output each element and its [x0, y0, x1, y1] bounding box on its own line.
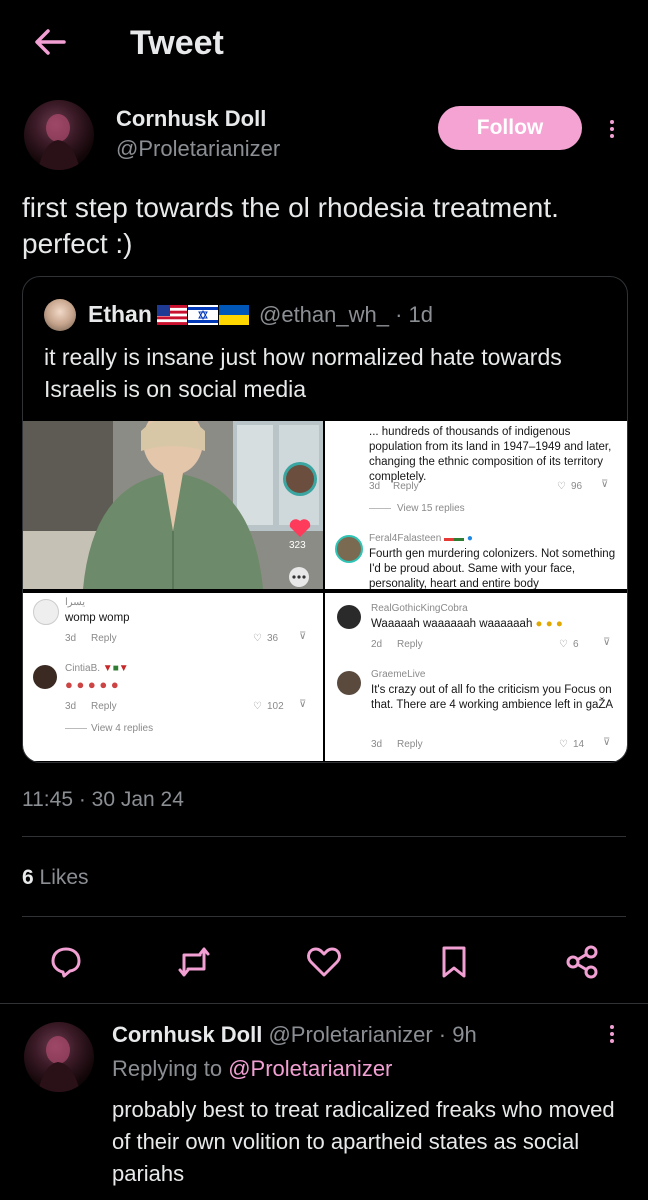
comment-dislike-icon: ⊽ [603, 637, 611, 648]
comment-text: It's crazy out of all fo the criticism y… [371, 684, 614, 711]
comment-age: 3d [65, 633, 77, 644]
comment-like-icon: ♡ [559, 639, 568, 650]
page-title: Tweet [130, 24, 224, 62]
media-image-comments-3[interactable]: RealGothicKingCobra Waaaaah waaaaaah waa… [325, 593, 627, 761]
commenter-name: GraemeLive [371, 669, 426, 680]
media-image-comments-1[interactable]: ... hundreds of thousands of indigenous … [325, 421, 627, 589]
comment-dislike-icon: ⊽ [299, 631, 307, 642]
comment-text: Waaaaah waaaaaah waaaaaah ● ● ● [371, 618, 563, 630]
divider [22, 836, 626, 837]
reply-text: probably best to treat radicalized freak… [112, 1097, 615, 1186]
comment-reply: Reply [91, 633, 117, 644]
reply-age: · 9h [438, 1022, 477, 1047]
comment-text: Fourth gen murdering colonizers. Not som… [369, 548, 616, 589]
commenter-name: CintiaB. ▼■▼ [65, 663, 129, 674]
quote-flags [157, 305, 249, 325]
reply-author-avatar[interactable] [24, 1022, 94, 1092]
author-handle[interactable]: @Proletarianizer [116, 136, 280, 162]
commenter-avatar [337, 605, 361, 629]
comment-emoji: ● ● ● ● ● [65, 677, 119, 692]
replying-to: Replying to @Proletarianizer [112, 1056, 393, 1081]
reply-header[interactable]: Cornhusk Doll @Proletarianizer · 9h [112, 1022, 477, 1048]
reply-author-name[interactable]: Cornhusk Doll [112, 1022, 262, 1047]
retweet-icon[interactable] [174, 942, 214, 982]
media-image-comments-2[interactable]: يسرا womp womp 3d Reply ♡ 36 ⊽ CintiaB. … [23, 593, 323, 761]
us-flag-icon [157, 305, 187, 325]
comment-reply: Reply [397, 739, 423, 750]
comment-likes: 6 [573, 639, 579, 650]
comment-dislike-icon: ⊽ [299, 699, 307, 710]
comment-likes: 96 [571, 481, 583, 492]
quote-media-grid[interactable]: 323 ... hundreds of thousands of indigen… [23, 421, 627, 761]
comment-age: 2d [371, 639, 383, 650]
comment-reply: Reply [397, 639, 423, 650]
quoted-tweet[interactable]: Ethan @ethan_wh_ · 1d it really is insan… [22, 276, 628, 763]
author-name[interactable]: Cornhusk Doll [116, 106, 266, 132]
divider [22, 916, 626, 917]
commenter-avatar [337, 671, 361, 695]
ukraine-flag-icon [219, 305, 249, 325]
comment-text: ... hundreds of thousands of indigenous … [369, 426, 612, 483]
comment-like-icon: ♡ [253, 701, 262, 712]
bookmark-icon[interactable] [434, 942, 474, 982]
commenter-name: RealGothicKingCobra [371, 603, 468, 614]
media-image-woman[interactable]: 323 [23, 421, 323, 589]
replies-divider [369, 508, 391, 509]
reply-author-handle[interactable]: @Proletarianizer [268, 1022, 432, 1047]
author-avatar[interactable] [24, 100, 94, 170]
tweet-text: first step towards the ol rhodesia treat… [22, 192, 559, 259]
quote-avatar [44, 299, 76, 331]
comment-reply: Reply [91, 701, 117, 712]
commenter-avatar [33, 665, 57, 689]
comment-dislike-icon: ⊽ [603, 737, 611, 748]
view-replies: View 15 replies [397, 503, 465, 514]
commenter-avatar [33, 599, 59, 625]
quote-author-name: Ethan [88, 301, 152, 327]
commenter-name: يسرا [65, 597, 85, 608]
share-icon[interactable] [562, 942, 602, 982]
israel-flag-icon [188, 305, 218, 325]
comment-like-icon: ♡ [253, 633, 262, 644]
comment-age: 3d [371, 739, 383, 750]
replying-to-handle[interactable]: @Proletarianizer [228, 1056, 392, 1081]
commenter-name: Feral4Falasteen ▬▬ ● [369, 533, 473, 544]
comment-reply: Reply [393, 481, 419, 492]
comment-like-icon: ♡ [559, 739, 568, 750]
media-like-count: 323 [289, 540, 306, 551]
reply-icon[interactable] [46, 942, 86, 982]
quote-text: it really is insane just how normalized … [44, 344, 562, 402]
reply-more-options-icon[interactable] [608, 1022, 616, 1046]
comment-text: womp womp [65, 612, 130, 624]
view-replies: View 4 replies [91, 723, 154, 734]
comment-like-icon: ♡ [557, 481, 566, 492]
comment-dislike-icon: ⊽ [601, 479, 609, 490]
comment-likes: 14 [573, 739, 585, 750]
more-options-icon[interactable] [608, 117, 616, 141]
comment-age: 3d [369, 481, 381, 492]
divider [0, 1003, 648, 1004]
tweet-timestamp: 11:45 · 30 Jan 24 [22, 788, 184, 811]
back-arrow-icon[interactable] [30, 24, 70, 60]
quote-handle: @ethan_wh_ · 1d [259, 302, 434, 327]
comment-age: 3d [65, 701, 77, 712]
likes-summary[interactable]: 6 Likes [22, 866, 89, 890]
replies-divider [65, 728, 87, 729]
comment-likes: 36 [267, 633, 279, 644]
follow-button[interactable]: Follow [438, 106, 582, 150]
comment-likes: 102 [267, 701, 284, 712]
commenter-avatar [335, 535, 363, 563]
like-icon[interactable] [304, 942, 344, 982]
